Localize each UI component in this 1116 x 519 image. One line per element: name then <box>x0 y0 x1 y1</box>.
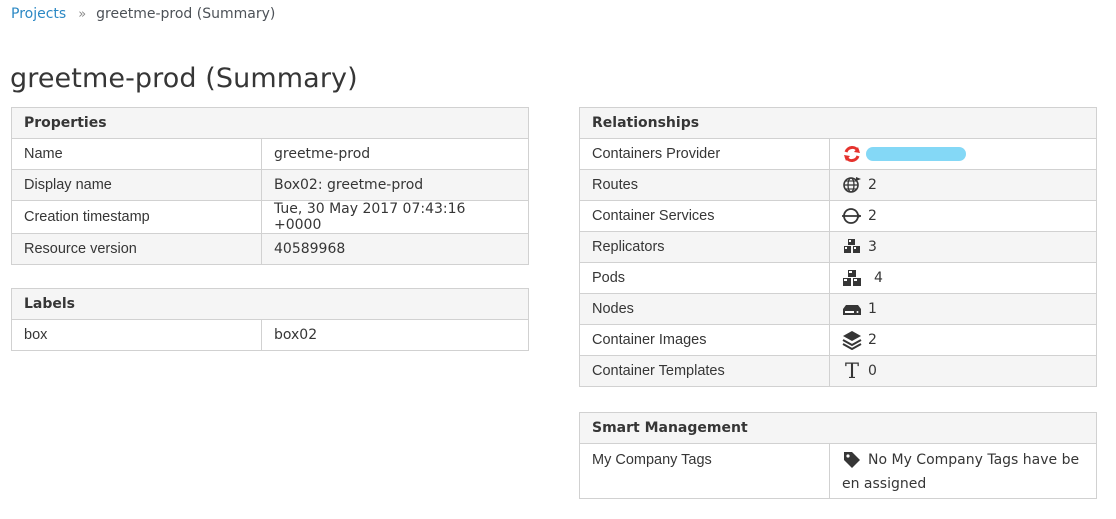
route-globe-icon <box>842 175 862 195</box>
service-icon <box>842 206 862 226</box>
breadcrumb-current: greetme-prod (Summary) <box>96 6 276 22</box>
relationship-label: Routes <box>579 169 830 201</box>
property-value: greetme-prod <box>261 138 529 170</box>
relationships-header: Relationships <box>579 107 1097 139</box>
relationship-label: Replicators <box>579 231 830 263</box>
properties-table: Properties Name greetme-prod Display nam… <box>11 107 529 265</box>
table-row[interactable]: Routes 2 <box>579 169 1097 201</box>
label-key: box <box>11 319 262 351</box>
relationship-link[interactable] <box>829 138 1097 170</box>
table-row: Resource version 40589968 <box>11 233 529 265</box>
property-value: 40589968 <box>261 233 529 265</box>
table-row: Name greetme-prod <box>11 138 529 170</box>
relationship-link[interactable]: 2 <box>829 169 1097 201</box>
table-row[interactable]: Pods 4 <box>579 262 1097 294</box>
table-row[interactable]: Container Templates T0 <box>579 355 1097 387</box>
openshift-provider-icon <box>842 144 862 164</box>
table-row[interactable]: Container Images 2 <box>579 324 1097 356</box>
relationship-link[interactable]: 2 <box>829 324 1097 356</box>
breadcrumb-separator: » <box>78 7 87 22</box>
table-row: box box02 <box>11 319 529 351</box>
table-row[interactable]: Nodes 1 <box>579 293 1097 325</box>
table-row: Display name Box02: greetme-prod <box>11 169 529 201</box>
relationships-table: Relationships Containers Provider Routes <box>579 107 1097 387</box>
table-row[interactable]: Container Services 2 <box>579 200 1097 232</box>
property-label: Display name <box>11 169 262 201</box>
pod-cubes-icon <box>842 268 862 288</box>
smart-management-header: Smart Management <box>578 412 1098 444</box>
page-title: greetme-prod (Summary) <box>10 63 358 94</box>
labels-table: Labels box box02 <box>11 288 529 351</box>
node-count: 1 <box>868 301 877 317</box>
table-row: My Company Tags No My Company Tags have … <box>579 443 1098 499</box>
pod-count: 4 <box>874 270 883 286</box>
image-count: 2 <box>868 332 877 348</box>
replicator-cubes-icon <box>842 237 862 257</box>
service-count: 2 <box>868 208 877 224</box>
tag-icon <box>842 450 862 470</box>
property-label: Creation timestamp <box>11 200 262 234</box>
label-value: box02 <box>261 319 529 351</box>
properties-header: Properties <box>11 107 529 139</box>
relationship-label: Container Services <box>579 200 830 232</box>
template-count: 0 <box>868 363 877 379</box>
property-value: Tue, 30 May 2017 07:43:16 +0000 <box>261 200 529 234</box>
tags-line-1: No My Company Tags have be <box>868 452 1080 468</box>
image-layers-icon <box>842 330 862 350</box>
tags-line-2: en assigned <box>842 476 927 492</box>
relationship-label: Container Templates <box>579 355 830 387</box>
labels-header: Labels <box>11 288 529 320</box>
breadcrumb-projects-link[interactable]: Projects <box>11 6 66 22</box>
table-row: Creation timestamp Tue, 30 May 2017 07:4… <box>11 200 529 234</box>
table-row[interactable]: Containers Provider <box>579 138 1097 170</box>
tags-value: No My Company Tags have be en assigned <box>828 443 1098 499</box>
template-t-icon: T <box>844 359 859 383</box>
node-server-icon <box>842 299 862 319</box>
property-label: Name <box>11 138 262 170</box>
property-value: Box02: greetme-prod <box>261 169 529 201</box>
relationship-link[interactable]: T0 <box>829 355 1097 387</box>
relationship-link[interactable]: 1 <box>829 293 1097 325</box>
tags-label: My Company Tags <box>579 443 830 499</box>
replicator-count: 3 <box>868 239 877 255</box>
relationship-label: Containers Provider <box>579 138 830 170</box>
relationship-link[interactable]: 2 <box>829 200 1097 232</box>
relationship-label: Container Images <box>579 324 830 356</box>
relationship-link[interactable]: 3 <box>829 231 1097 263</box>
smart-management-table: Smart Management My Company Tags No My C… <box>578 412 1098 499</box>
breadcrumb: Projects » greetme-prod (Summary) <box>11 6 275 22</box>
relationship-link[interactable]: 4 <box>829 262 1097 294</box>
property-label: Resource version <box>11 233 262 265</box>
relationship-label: Nodes <box>579 293 830 325</box>
redacted-provider-name <box>866 147 966 161</box>
table-row[interactable]: Replicators 3 <box>579 231 1097 263</box>
relationship-label: Pods <box>579 262 830 294</box>
route-count: 2 <box>868 177 877 193</box>
